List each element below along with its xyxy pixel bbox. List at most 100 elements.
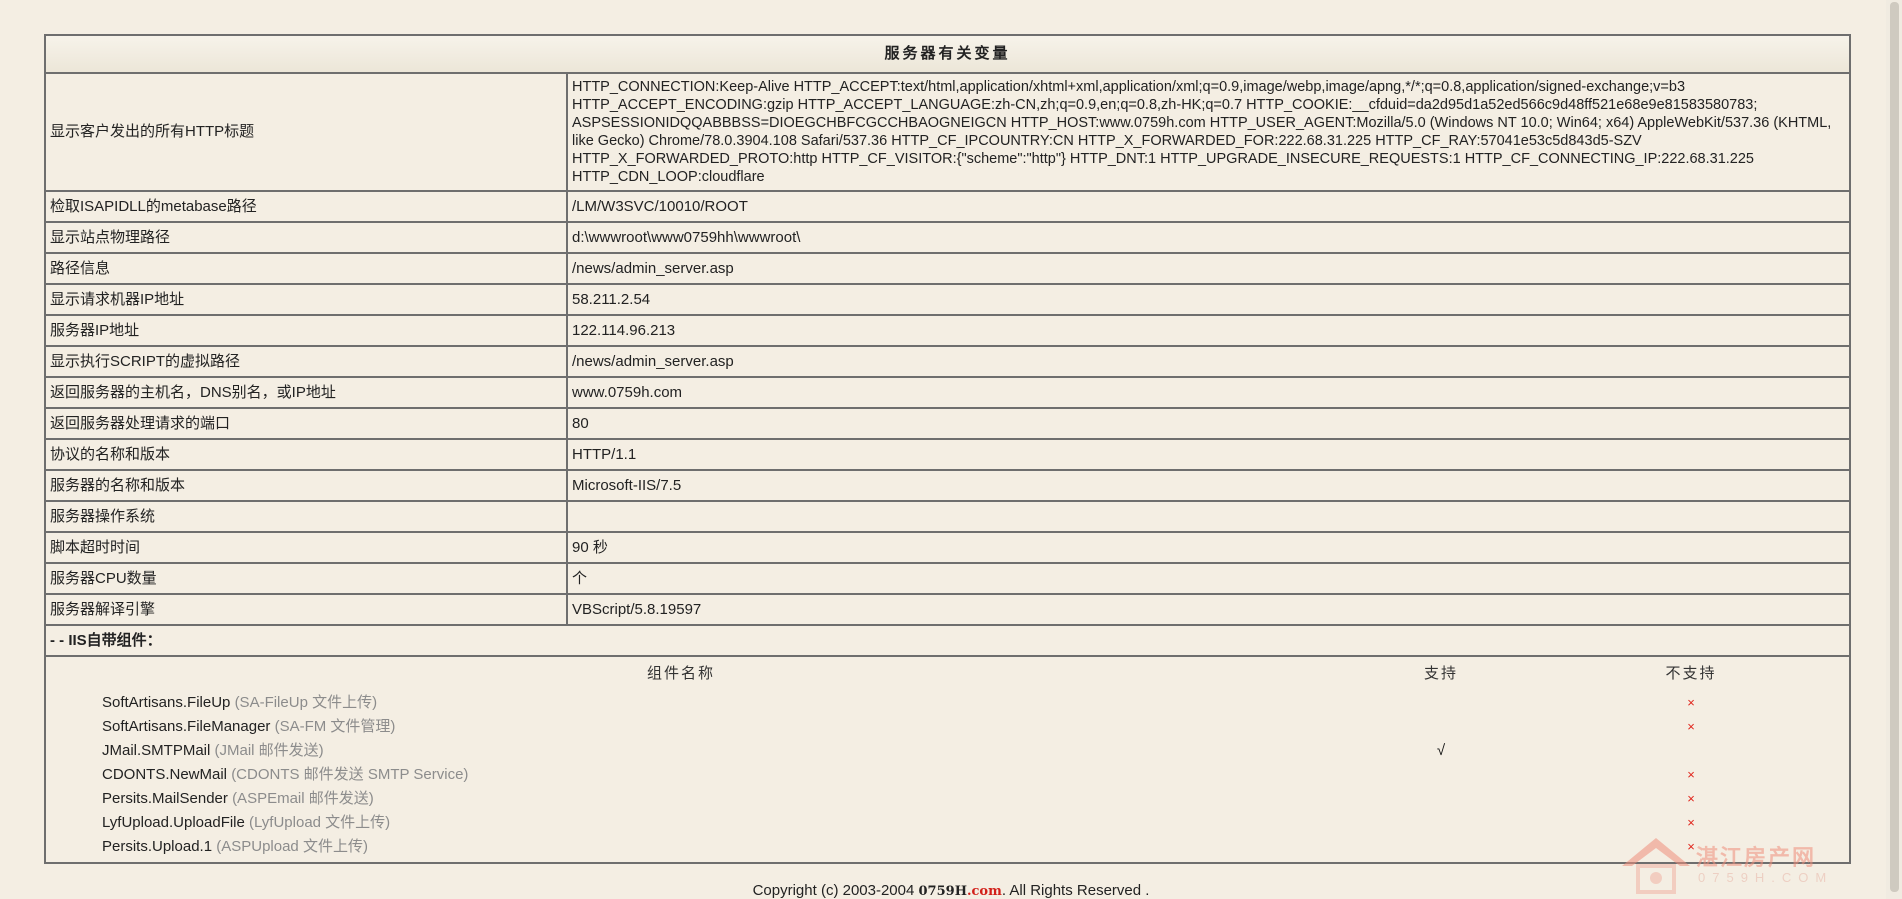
row-value: /LM/W3SVC/10010/ROOT xyxy=(565,190,1852,223)
row-value: HTTP_CONNECTION:Keep-Alive HTTP_ACCEPT:t… xyxy=(565,72,1852,192)
table-row: 服务器CPU数量个 xyxy=(44,562,1852,595)
scrollbar-thumb[interactable] xyxy=(1890,2,1899,892)
table-row: 返回服务器处理请求的端口 80 xyxy=(44,407,1852,440)
unsupported-cross-icon xyxy=(1566,739,1816,763)
table-row: 路径信息/news/admin_server.asp xyxy=(44,252,1852,285)
row-value: 122.114.96.213 xyxy=(565,314,1852,347)
component-row: JMail.SMTPMail (JMail 邮件发送) √ xyxy=(46,739,1849,763)
row-value: Microsoft-IIS/7.5 xyxy=(565,469,1852,502)
component-description: (JMail 邮件发送) xyxy=(214,742,324,759)
component-row: Persits.MailSender (ASPEmail 邮件发送) × xyxy=(46,787,1849,811)
table-row: 显示执行SCRIPT的虚拟路径/news/admin_server.asp xyxy=(44,345,1852,378)
component-row: Persits.Upload.1 (ASPUpload 文件上传) × xyxy=(46,835,1849,859)
supported-check-icon xyxy=(1316,835,1566,859)
component-name-cell: Persits.Upload.1 (ASPUpload 文件上传) xyxy=(46,835,1316,859)
vertical-scrollbar[interactable] xyxy=(1886,0,1902,899)
component-name-cell: JMail.SMTPMail (JMail 邮件发送) xyxy=(46,739,1316,763)
row-label: 服务器解译引擎 xyxy=(44,593,568,626)
table-row: 服务器IP地址 122.114.96.213 xyxy=(44,314,1852,347)
row-label: 显示执行SCRIPT的虚拟路径 xyxy=(44,345,568,378)
supported-check-icon xyxy=(1316,715,1566,739)
component-name-cell: SoftArtisans.FileManager (SA-FM 文件管理) xyxy=(46,715,1316,739)
component-description: (SA-FileUp 文件上传) xyxy=(234,694,378,711)
supported-check-icon xyxy=(1316,763,1566,787)
page: 服务器有关变量 显示客户发出的所有HTTP标题 HTTP_CONNECTION:K… xyxy=(0,0,1902,899)
row-label: 服务器CPU数量 xyxy=(44,562,568,595)
components-section-row: - - IIS自带组件： xyxy=(43,624,1852,657)
table-row: 服务器操作系统 xyxy=(44,500,1852,533)
component-name: Persits.Upload.1 xyxy=(102,838,213,855)
table-row: 服务器的名称和版本 Microsoft-IIS/7.5 xyxy=(44,469,1852,502)
component-name: SoftArtisans.FileManager xyxy=(102,718,271,735)
copyright-prefix: Copyright (c) 2003-2004 xyxy=(752,882,919,899)
row-value: /news/admin_server.asp xyxy=(565,345,1852,378)
copyright-suffix: . All Rights Reserved . xyxy=(1001,882,1150,899)
row-label: 显示客户发出的所有HTTP标题 xyxy=(44,72,568,192)
row-label: 服务器操作系统 xyxy=(44,500,568,533)
unsupported-cross-icon: × xyxy=(1687,695,1695,710)
table-row: 显示请求机器IP地址 58.211.2.54 xyxy=(44,283,1852,316)
table-row: 协议的名称和版本 HTTP/1.1 xyxy=(44,438,1852,471)
row-value: 80 xyxy=(565,407,1852,440)
footer-brand-name: 0759H xyxy=(918,884,967,899)
row-label: 返回服务器的主机名，DNS别名，或IP地址 xyxy=(44,376,568,409)
component-description: (ASPUpload 文件上传) xyxy=(216,838,368,855)
table-row: 显示站点物理路径 d:\wwwroot\www0759hh\wwwroot\ xyxy=(44,221,1852,254)
title-row: 服务器有关变量 xyxy=(43,34,1852,74)
unsupported-cross-icon: × xyxy=(1687,815,1695,830)
row-label: 显示站点物理路径 xyxy=(44,221,568,254)
table-row: 显示客户发出的所有HTTP标题 HTTP_CONNECTION:Keep-Aliv… xyxy=(44,72,1852,192)
table-row: 脚本超时时间 90 秒 xyxy=(44,531,1852,564)
row-label: 检取ISAPIDLL的metabase路径 xyxy=(44,190,568,223)
components-table: 组件名称 支持 不支持 SoftArtisans.FileUp (SA-FileUp … xyxy=(46,657,1849,859)
components-cell: 组件名称 支持 不支持 SoftArtisans.FileUp (SA-FileUp … xyxy=(43,655,1852,864)
row-value: HTTP/1.1 xyxy=(565,438,1852,471)
component-name-cell: CDONTS.NewMail (CDONTS 邮件发送 SMTP Service… xyxy=(46,763,1316,787)
footer-brand[interactable]: 0759H.com xyxy=(919,884,1002,899)
component-row: SoftArtisans.FileManager (SA-FM 文件管理) × xyxy=(46,715,1849,739)
row-label: 服务器的名称和版本 xyxy=(44,469,568,502)
footer-brand-domain: .com xyxy=(966,884,1002,899)
component-name-cell: Persits.MailSender (ASPEmail 邮件发送) xyxy=(46,787,1316,811)
table-row: 返回服务器的主机名，DNS别名，或IP地址 www.0759h.com xyxy=(44,376,1852,409)
component-description: (SA-FM 文件管理) xyxy=(274,718,396,735)
component-row: LyfUpload.UploadFile (LyfUpload 文件上传) × xyxy=(46,811,1849,835)
row-label: 返回服务器处理请求的端口 xyxy=(44,407,568,440)
watermark: 湛江房产网 0759H.COM xyxy=(1620,836,1880,896)
row-value: 58.211.2.54 xyxy=(565,283,1852,316)
unsupported-cross-icon: × xyxy=(1687,719,1695,734)
row-value: www.0759h.com xyxy=(565,376,1852,409)
component-description: (CDONTS 邮件发送 SMTP Service) xyxy=(231,766,469,783)
components-row: 组件名称 支持 不支持 SoftArtisans.FileUp (SA-FileUp … xyxy=(43,655,1852,864)
column-header-supported: 支持 xyxy=(1423,665,1458,682)
watermark-text: 湛江房产网 xyxy=(1696,845,1817,870)
row-value: d:\wwwroot\www0759hh\wwwroot\ xyxy=(565,221,1852,254)
components-section-title: - - IIS自带组件： xyxy=(43,624,1852,657)
row-value xyxy=(565,500,1852,533)
component-name-cell: SoftArtisans.FileUp (SA-FileUp 文件上传) xyxy=(46,691,1316,715)
unsupported-cross-icon: × xyxy=(1687,767,1695,782)
supported-check-icon xyxy=(1316,787,1566,811)
table-row: 服务器解译引擎 VBScript/5.8.19597 xyxy=(44,593,1852,626)
row-label: 脚本超时时间 xyxy=(44,531,568,564)
footer: Copyright (c) 2003-2004 0759H.com. All R… xyxy=(0,882,1902,899)
component-name-cell: LyfUpload.UploadFile (LyfUpload 文件上传) xyxy=(46,811,1316,835)
component-description: (LyfUpload 文件上传) xyxy=(249,814,391,831)
row-label: 协议的名称和版本 xyxy=(44,438,568,471)
row-value: 90 秒 xyxy=(565,531,1852,564)
component-name: LyfUpload.UploadFile xyxy=(102,814,245,831)
component-row: CDONTS.NewMail (CDONTS 邮件发送 SMTP Service… xyxy=(46,763,1849,787)
supported-check-icon xyxy=(1316,811,1566,835)
column-header-name: 组件名称 xyxy=(646,665,715,682)
unsupported-cross-icon: × xyxy=(1687,791,1695,806)
table-row: 检取ISAPIDLL的metabase路径/LM/W3SVC/10010/ROO… xyxy=(44,190,1852,223)
component-name: JMail.SMTPMail xyxy=(102,742,211,759)
supported-check-icon: √ xyxy=(1436,742,1446,759)
row-value: /news/admin_server.asp xyxy=(565,252,1852,285)
row-value: 个 xyxy=(565,562,1852,595)
server-variables-table: 服务器有关变量 显示客户发出的所有HTTP标题 HTTP_CONNECTION:K… xyxy=(43,34,1852,864)
component-description: (ASPEmail 邮件发送) xyxy=(232,790,374,807)
supported-check-icon xyxy=(1316,691,1566,715)
row-label: 路径信息 xyxy=(44,252,568,285)
table-title: 服务器有关变量 xyxy=(43,34,1852,74)
